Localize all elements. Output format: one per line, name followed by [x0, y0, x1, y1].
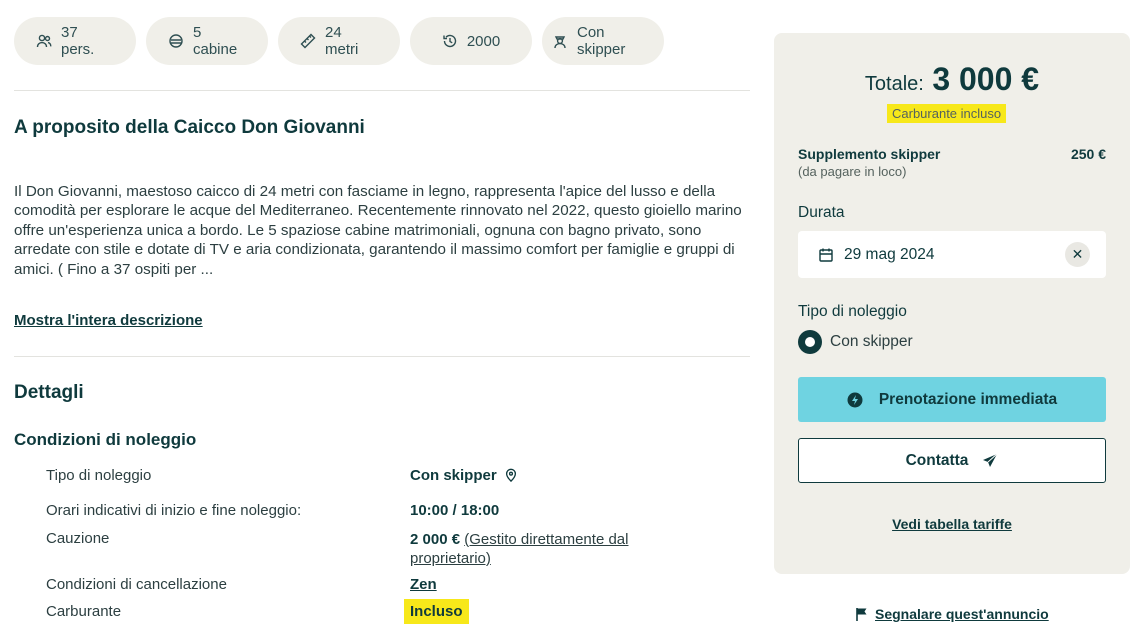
show-full-description-link[interactable]: Mostra l'intera descrizione	[14, 312, 203, 329]
date-value: 29 mag 2024	[844, 245, 935, 263]
lightning-icon	[847, 392, 863, 408]
chip-people: 37 pers.	[14, 17, 136, 65]
skipper-supplement-price: 250 €	[1070, 146, 1106, 162]
detail-key: Condizioni di cancellazione	[46, 576, 227, 593]
cabin-icon	[168, 33, 184, 49]
rates-table-link-wrap: Vedi tabella tariffe	[774, 516, 1130, 532]
chip-label: 5 cabine	[193, 24, 238, 58]
contact-label: Contatta	[905, 451, 969, 469]
report-listing[interactable]: Segnalare quest'annuncio	[855, 606, 1049, 622]
rental-type-label: Tipo di noleggio	[798, 303, 907, 320]
duration-label: Durata	[798, 204, 845, 221]
rates-table-link[interactable]: Vedi tabella tariffe	[892, 516, 1012, 532]
flag-icon	[855, 607, 869, 621]
date-field[interactable]: 29 mag 2024 ✕	[798, 231, 1106, 278]
detail-key: Orari indicativi di inizio e fine nolegg…	[46, 502, 302, 519]
chip-label: 24 metri	[325, 24, 359, 58]
close-icon: ✕	[1071, 246, 1084, 262]
rental-option-radio[interactable]: Con skipper	[798, 330, 913, 354]
details-title: Dettagli	[14, 382, 84, 403]
skipper-icon	[552, 33, 568, 49]
ruler-icon	[300, 33, 316, 49]
total-price: Totale: 3 000 €	[774, 61, 1130, 98]
instant-booking-button[interactable]: Prenotazione immediata	[798, 377, 1106, 422]
chip-cabins: 5 cabine	[146, 17, 268, 65]
deposit-amount: 2 000 €	[410, 531, 461, 548]
skipper-supplement-note: (da pagare in loco)	[798, 164, 907, 179]
rental-conditions-title: Condizioni di noleggio	[14, 430, 197, 449]
detail-key: Cauzione	[46, 530, 110, 547]
detail-key: Tipo di noleggio	[46, 467, 152, 484]
chip-label: 2000	[466, 32, 501, 50]
send-icon	[982, 453, 998, 469]
chip-skipper: Con skipper	[542, 17, 664, 65]
contact-button[interactable]: Contatta	[798, 438, 1106, 483]
skipper-supplement: Supplemento skipper (da pagare in loco) …	[798, 146, 1106, 179]
people-icon	[36, 33, 52, 49]
detail-value: 10:00 / 18:00	[410, 502, 500, 519]
radio-selected-icon	[798, 330, 822, 354]
divider	[14, 90, 750, 91]
skipper-supplement-label: Supplemento skipper	[798, 146, 941, 162]
booking-panel: Totale: 3 000 € Carburante incluso Suppl…	[774, 33, 1130, 574]
clear-date-button[interactable]: ✕	[1065, 242, 1090, 267]
chip-label: 37 pers.	[61, 24, 95, 58]
divider	[14, 356, 750, 357]
detail-value: 2 000 € (Gestito direttamente dal propri…	[410, 530, 680, 568]
calendar-icon	[818, 247, 834, 263]
cancellation-policy-link[interactable]: Zen	[410, 576, 437, 593]
total-label: Totale:	[864, 73, 924, 95]
chip-year: 2000	[410, 17, 532, 65]
chip-label: Con skipper	[577, 24, 626, 58]
description-text: Il Don Giovanni, maestoso caicco di 24 m…	[14, 183, 742, 278]
chip-length: 24 metri	[278, 17, 400, 65]
info-pin-icon[interactable]	[504, 468, 518, 486]
report-listing-link[interactable]: Segnalare quest'annuncio	[875, 606, 1049, 622]
fuel-included-badge: Incluso	[404, 599, 469, 624]
feature-chips: 37 pers. 5 cabine 24 metri 2000 Con skip…	[14, 17, 664, 65]
instant-booking-label: Prenotazione immediata	[878, 390, 1058, 408]
rental-type-value: Con skipper	[410, 467, 497, 484]
detail-value: Con skipper	[410, 467, 518, 486]
history-icon	[442, 33, 458, 49]
total-amount: 3 000 €	[932, 61, 1040, 97]
about-title: A proposito della Caicco Don Giovanni	[14, 117, 365, 138]
rental-option-label: Con skipper	[830, 333, 913, 350]
fuel-included-note: Carburante incluso	[887, 104, 1007, 123]
detail-key: Carburante	[46, 603, 122, 620]
